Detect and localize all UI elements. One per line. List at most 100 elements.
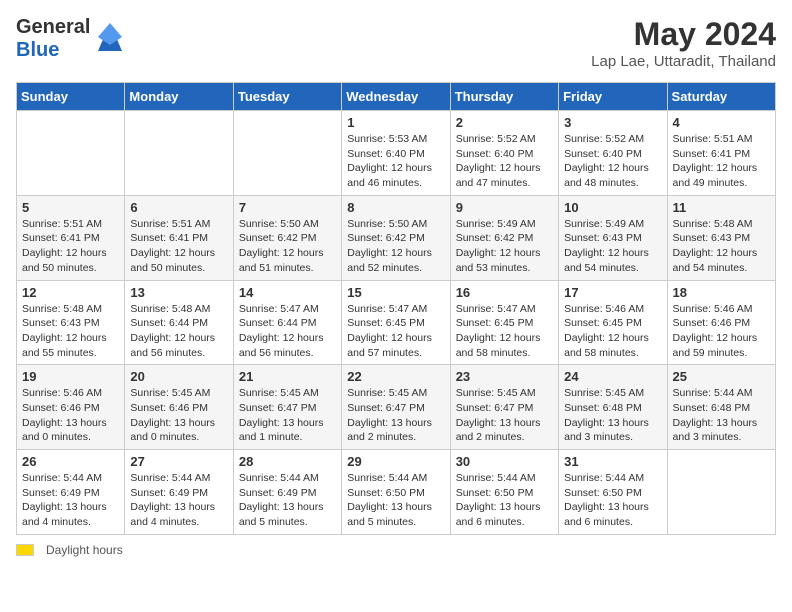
calendar-header-wednesday: Wednesday [342, 83, 450, 111]
calendar-cell: 11Sunrise: 5:48 AMSunset: 6:43 PMDayligh… [667, 195, 775, 280]
day-number: 24 [564, 369, 661, 384]
calendar-cell: 18Sunrise: 5:46 AMSunset: 6:46 PMDayligh… [667, 280, 775, 365]
calendar-cell: 20 Sunrise: 5:45 AMSunset: 6:46 PMDayligh… [125, 365, 233, 450]
calendar-header-monday: Monday [125, 83, 233, 111]
calendar-cell: 10 Sunrise: 5:49 AMSunset: 6:43 PMDayligh… [559, 195, 667, 280]
day-info: Sunrise: 5:44 AMSunset: 6:50 PMDaylight:… [456, 471, 553, 530]
day-number: 26 [22, 454, 119, 469]
calendar-header-saturday: Saturday [667, 83, 775, 111]
calendar-cell: 12Sunrise: 5:48 AMSunset: 6:43 PMDayligh… [17, 280, 125, 365]
calendar-cell: 4 Sunrise: 5:51 AMSunset: 6:41 PMDaylight… [667, 111, 775, 196]
day-info: Sunrise: 5:52 AMSunset: 6:40 PMDaylight:… [564, 132, 661, 191]
day-number: 15 [347, 285, 444, 300]
day-info: Sunrise: 5:46 AMSunset: 6:46 PMDaylight:… [22, 386, 119, 445]
calendar-cell: 27Sunrise: 5:44 AMSunset: 6:49 PMDayligh… [125, 450, 233, 535]
day-number: 18 [673, 285, 770, 300]
day-number: 25 [673, 369, 770, 384]
calendar-cell: 6 Sunrise: 5:51 AMSunset: 6:41 PMDaylight… [125, 195, 233, 280]
calendar-cell: 7Sunrise: 5:50 AMSunset: 6:42 PMDaylight… [233, 195, 341, 280]
day-info: Sunrise: 5:47 AMSunset: 6:45 PMDaylight:… [456, 302, 553, 361]
day-info: Sunrise: 5:44 AMSunset: 6:48 PMDaylight:… [673, 386, 770, 445]
calendar-cell [233, 111, 341, 196]
calendar-cell: 16 Sunrise: 5:47 AMSunset: 6:45 PMDayligh… [450, 280, 558, 365]
calendar-cell [667, 450, 775, 535]
logo-blue: Blue [16, 39, 59, 61]
calendar-cell [125, 111, 233, 196]
calendar-cell: 5Sunrise: 5:51 AMSunset: 6:41 PMDaylight… [17, 195, 125, 280]
calendar-cell: 23Sunrise: 5:45 AMSunset: 6:47 PMDayligh… [450, 365, 558, 450]
title-area: May 2024 Lap Lae, Uttaradit, Thailand [591, 16, 776, 70]
day-info: Sunrise: 5:49 AMSunset: 6:43 PMDaylight:… [564, 217, 661, 276]
day-number: 1 [347, 115, 444, 130]
day-info: Sunrise: 5:44 AMSunset: 6:50 PMDaylight:… [347, 471, 444, 530]
day-number: 2 [456, 115, 553, 130]
day-info: Sunrise: 5:45 AMSunset: 6:47 PMDaylight:… [347, 386, 444, 445]
day-number: 11 [673, 200, 770, 215]
calendar-cell: 25 Sunrise: 5:44 AMSunset: 6:48 PMDayligh… [667, 365, 775, 450]
day-number: 3 [564, 115, 661, 130]
calendar-cell: 3 Sunrise: 5:52 AMSunset: 6:40 PMDaylight… [559, 111, 667, 196]
day-number: 20 [130, 369, 227, 384]
calendar-cell: 21 Sunrise: 5:45 AMSunset: 6:47 PMDayligh… [233, 365, 341, 450]
calendar-cell [17, 111, 125, 196]
day-number: 7 [239, 200, 336, 215]
calendar-week-row: 5 Sunrise: 5:51 AMSunset: 6:41 PMDaylight… [17, 195, 776, 280]
day-number: 10 [564, 200, 661, 215]
logo-icon [94, 19, 126, 55]
calendar-header-row: SundayMondayTuesdayWednesdayThursdayFrid… [17, 83, 776, 111]
day-info: Sunrise: 5:50 AMSunset: 6:42 PMDaylight:… [347, 217, 444, 276]
day-number: 12 [22, 285, 119, 300]
page-header: General Blue May 2024 Lap Lae, Uttaradit… [16, 16, 776, 70]
day-info: Sunrise: 5:45 AMSunset: 6:46 PMDaylight:… [130, 386, 227, 445]
calendar-week-row: 12Sunrise: 5:48 AMSunset: 6:43 PMDayligh… [17, 280, 776, 365]
month-title: May 2024 [591, 16, 776, 53]
calendar-header-sunday: Sunday [17, 83, 125, 111]
day-info: Sunrise: 5:45 AMSunset: 6:47 PMDaylight:… [239, 386, 336, 445]
calendar-cell: 14 Sunrise: 5:47 AMSunset: 6:44 PMDayligh… [233, 280, 341, 365]
day-info: Sunrise: 5:44 AMSunset: 6:49 PMDaylight:… [22, 471, 119, 530]
calendar-cell: 26 Sunrise: 5:44 AMSunset: 6:49 PMDayligh… [17, 450, 125, 535]
day-number: 28 [239, 454, 336, 469]
calendar-cell: 13 Sunrise: 5:48 AMSunset: 6:44 PMDayligh… [125, 280, 233, 365]
calendar-cell: 31 Sunrise: 5:44 AMSunset: 6:50 PMDayligh… [559, 450, 667, 535]
day-info: Sunrise: 5:48 AMSunset: 6:44 PMDaylight:… [130, 302, 227, 361]
calendar-header-tuesday: Tuesday [233, 83, 341, 111]
day-info: Sunrise: 5:47 AMSunset: 6:44 PMDaylight:… [239, 302, 336, 361]
day-number: 6 [130, 200, 227, 215]
day-number: 16 [456, 285, 553, 300]
day-info: Sunrise: 5:45 AMSunset: 6:48 PMDaylight:… [564, 386, 661, 445]
day-number: 17 [564, 285, 661, 300]
day-info: Sunrise: 5:51 AMSunset: 6:41 PMDaylight:… [130, 217, 227, 276]
daylight-bar-icon [16, 544, 34, 556]
calendar-cell: 28 Sunrise: 5:44 AMSunset: 6:49 PMDayligh… [233, 450, 341, 535]
logo-general: General [16, 16, 90, 38]
day-info: Sunrise: 5:44 AMSunset: 6:49 PMDaylight:… [130, 471, 227, 530]
day-info: Sunrise: 5:49 AMSunset: 6:42 PMDaylight:… [456, 217, 553, 276]
day-info: Sunrise: 5:45 AMSunset: 6:47 PMDaylight:… [456, 386, 553, 445]
calendar-cell: 19Sunrise: 5:46 AMSunset: 6:46 PMDayligh… [17, 365, 125, 450]
day-number: 21 [239, 369, 336, 384]
calendar-cell: 15Sunrise: 5:47 AMSunset: 6:45 PMDayligh… [342, 280, 450, 365]
day-number: 5 [22, 200, 119, 215]
daylight-label: Daylight hours [46, 543, 123, 557]
calendar-cell: 9 Sunrise: 5:49 AMSunset: 6:42 PMDaylight… [450, 195, 558, 280]
footer-note: Daylight hours [16, 543, 776, 557]
day-info: Sunrise: 5:46 AMSunset: 6:45 PMDaylight:… [564, 302, 661, 361]
day-info: Sunrise: 5:51 AMSunset: 6:41 PMDaylight:… [673, 132, 770, 191]
day-info: Sunrise: 5:44 AMSunset: 6:49 PMDaylight:… [239, 471, 336, 530]
day-number: 31 [564, 454, 661, 469]
calendar-cell: 30Sunrise: 5:44 AMSunset: 6:50 PMDayligh… [450, 450, 558, 535]
day-number: 22 [347, 369, 444, 384]
day-info: Sunrise: 5:44 AMSunset: 6:50 PMDaylight:… [564, 471, 661, 530]
calendar-header-thursday: Thursday [450, 83, 558, 111]
calendar-cell: 22 Sunrise: 5:45 AMSunset: 6:47 PMDayligh… [342, 365, 450, 450]
logo: General Blue [16, 16, 126, 62]
day-number: 14 [239, 285, 336, 300]
calendar-cell: 8Sunrise: 5:50 AMSunset: 6:42 PMDaylight… [342, 195, 450, 280]
calendar-table: SundayMondayTuesdayWednesdayThursdayFrid… [16, 82, 776, 535]
day-number: 13 [130, 285, 227, 300]
calendar-cell: 24 Sunrise: 5:45 AMSunset: 6:48 PMDayligh… [559, 365, 667, 450]
day-number: 4 [673, 115, 770, 130]
calendar-header-friday: Friday [559, 83, 667, 111]
day-number: 9 [456, 200, 553, 215]
